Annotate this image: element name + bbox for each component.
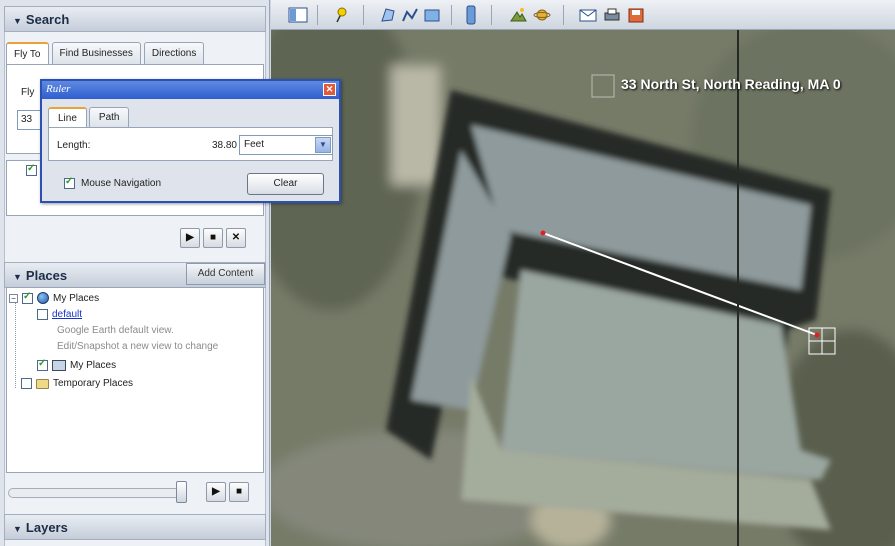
- temporary-places-checkbox[interactable]: [21, 378, 32, 389]
- tree-item-my-places-2[interactable]: My Places: [37, 358, 117, 371]
- collapse-triangle-icon[interactable]: ▼: [13, 524, 22, 534]
- default-description-line2: Edit/Snapshot a new view to change: [57, 341, 219, 352]
- planet-icon[interactable]: [533, 6, 551, 24]
- folder-icon: [36, 378, 49, 389]
- expand-toggle-icon[interactable]: −: [9, 293, 18, 303]
- placemark-button[interactable]: [329, 5, 351, 25]
- result-checkbox[interactable]: [26, 163, 37, 176]
- stop-tour-button[interactable]: ■: [229, 482, 249, 502]
- network-icon: [52, 360, 66, 371]
- search-header-label: Search: [25, 12, 70, 27]
- search-panel-header[interactable]: ▼ Search: [4, 6, 266, 32]
- my-places-label: My Places: [53, 292, 100, 304]
- toolbar-separator: [363, 5, 364, 25]
- default-link[interactable]: default: [52, 309, 82, 320]
- toolbar: [271, 0, 895, 30]
- record-tour-icon: [466, 5, 476, 25]
- tree-item-my-places[interactable]: − My Places: [9, 291, 100, 304]
- places-header-label: Places: [25, 268, 68, 283]
- search-playback-controls: ▶ ■ ✕: [180, 228, 246, 248]
- unit-select-value: Feet: [244, 139, 265, 150]
- mouse-navigation-label: Mouse Navigation: [81, 178, 162, 189]
- tree-connector: [15, 302, 16, 388]
- email-icon[interactable]: [579, 7, 597, 23]
- unit-select[interactable]: Feet ▼: [239, 135, 333, 155]
- ruler-line-panel: Length: 38.80 Feet ▼: [48, 127, 333, 161]
- tab-fly-to[interactable]: Fly To: [6, 42, 49, 64]
- sunlight-icon[interactable]: [509, 6, 527, 24]
- globe-icon: [37, 292, 49, 304]
- polygon-icon[interactable]: [379, 6, 397, 24]
- ruler-title-bar[interactable]: Ruler ✕: [42, 81, 339, 99]
- tour-button[interactable]: [461, 5, 481, 25]
- path-icon[interactable]: [401, 6, 419, 24]
- play-button[interactable]: ▶: [180, 228, 200, 248]
- my-places-2-label: My Places: [70, 360, 117, 371]
- map-view[interactable]: 33 North St, North Reading, MA 0: [271, 30, 895, 546]
- ruler-title: Ruler: [46, 83, 71, 95]
- temporary-places-label: Temporary Places: [53, 378, 134, 389]
- tab-path[interactable]: Path: [88, 107, 130, 127]
- layers-panel-body: [4, 540, 266, 546]
- collapse-triangle-icon[interactable]: ▼: [13, 16, 22, 26]
- ruler-start-point[interactable]: [540, 230, 546, 236]
- map-divider-line: [737, 30, 739, 546]
- play-tour-button[interactable]: ▶: [206, 482, 226, 502]
- collapse-triangle-icon[interactable]: ▼: [13, 272, 22, 282]
- toolbar-separator: [563, 5, 564, 25]
- drawing-tools: [377, 5, 443, 25]
- save-image-icon[interactable]: [627, 7, 645, 23]
- toolbar-separator: [491, 5, 492, 25]
- chevron-down-icon[interactable]: ▼: [315, 137, 331, 153]
- my-places-checkbox[interactable]: [22, 291, 33, 304]
- tab-find-businesses[interactable]: Find Businesses: [51, 42, 141, 64]
- tour-controls: ▶ ■: [206, 482, 249, 502]
- default-checkbox[interactable]: [37, 309, 48, 320]
- fly-to-label: Fly: [21, 87, 35, 98]
- toolbar-separator: [317, 5, 318, 25]
- view-tools: [507, 5, 553, 25]
- google-earth-window: ▼ Search Fly To Find Businesses Direction…: [0, 0, 895, 546]
- tab-line[interactable]: Line: [48, 107, 87, 127]
- close-icon[interactable]: ✕: [323, 83, 336, 96]
- add-content-button[interactable]: Add Content: [186, 263, 265, 285]
- sidebar-icon: [288, 7, 308, 23]
- share-tools: [575, 5, 649, 25]
- ruler-tabs: Line Path: [48, 107, 131, 127]
- my-places-2-checkbox[interactable]: [37, 358, 48, 371]
- places-tree: − My Places default Google Earth default…: [6, 287, 264, 473]
- layers-header-label: Layers: [25, 520, 68, 535]
- stop-button[interactable]: ■: [203, 228, 223, 248]
- tree-item-temporary-places[interactable]: Temporary Places: [21, 378, 133, 389]
- tree-item-default[interactable]: default: [37, 309, 82, 320]
- satellite-imagery: [271, 30, 895, 546]
- ruler-dialog: Ruler ✕ Line Path Length: 38.80 Feet ▼ M…: [40, 79, 341, 203]
- mouse-navigation-checkbox[interactable]: [64, 176, 75, 189]
- clear-results-button[interactable]: ✕: [226, 228, 246, 248]
- tour-speed-slider[interactable]: [8, 488, 186, 498]
- default-description-line1: Google Earth default view.: [57, 325, 174, 336]
- layers-panel-header[interactable]: ▼ Layers: [4, 514, 266, 540]
- length-label: Length:: [57, 140, 91, 151]
- mouse-navigation-option[interactable]: Mouse Navigation: [64, 176, 162, 189]
- ruler-end-point[interactable]: [814, 332, 820, 338]
- address-label: 33 North St, North Reading, MA 0: [621, 76, 841, 92]
- clear-button[interactable]: Clear: [247, 173, 324, 195]
- toolbar-separator: [451, 5, 452, 25]
- pushpin-icon: [336, 7, 347, 23]
- sidebar-toggle-button[interactable]: [287, 5, 309, 25]
- search-tabs: Fly To Find Businesses Directions: [6, 42, 207, 64]
- print-icon[interactable]: [603, 7, 621, 23]
- overlay-icon[interactable]: [423, 6, 441, 24]
- tour-speed-slider-thumb[interactable]: [176, 481, 187, 503]
- tab-directions[interactable]: Directions: [143, 42, 205, 64]
- length-value: 38.80: [211, 140, 237, 151]
